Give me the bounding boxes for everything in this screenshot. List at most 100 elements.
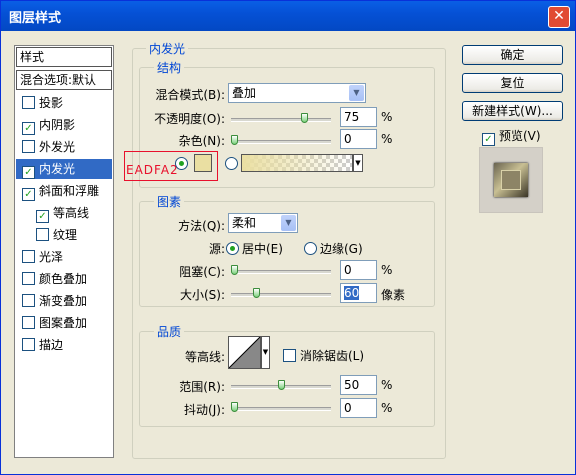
noise-slider[interactable]	[231, 135, 331, 145]
noise-slider-thumb[interactable]	[231, 135, 238, 145]
opacity-slider[interactable]	[231, 113, 331, 123]
styles-header[interactable]: 样式	[16, 47, 112, 67]
solid-color-radio-dot[interactable]	[175, 157, 188, 170]
blend-mode-select[interactable]: 叠加 ▼	[228, 83, 366, 103]
anti-alias-option[interactable]: 消除锯齿(L)	[283, 347, 364, 364]
style-item-checkbox[interactable]	[22, 140, 35, 153]
choke-slider[interactable]	[231, 265, 331, 275]
style-item[interactable]: ✓ 内发光	[16, 159, 112, 179]
style-item-checkbox[interactable]	[22, 338, 35, 351]
style-item-checkbox[interactable]: ✓	[22, 166, 35, 179]
size-slider[interactable]	[231, 288, 331, 298]
ok-button[interactable]: 确定	[462, 45, 563, 65]
style-item[interactable]: ✓ 斜面和浮雕	[16, 181, 112, 201]
title-bar[interactable]: 图层样式 ✕	[1, 1, 575, 31]
opacity-slider-thumb[interactable]	[301, 113, 308, 123]
style-item[interactable]: 光泽	[16, 247, 112, 267]
style-item-checkbox[interactable]	[22, 294, 35, 307]
elements-title: 图素	[154, 193, 185, 210]
styles-list: 样式 混合选项:默认 投影 ✓ 内阴影 外发光 ✓ 内发光 ✓ 斜面和浮雕 ✓ 等高线 纹理 光泽 颜色…	[14, 45, 114, 458]
source-edge-radio[interactable]	[304, 242, 317, 255]
style-item-checkbox[interactable]	[22, 250, 35, 263]
gradient-radio-dot[interactable]	[225, 157, 238, 170]
choke-slider-thumb[interactable]	[231, 265, 238, 275]
style-item[interactable]: ✓ 等高线	[16, 203, 112, 223]
preview-checkbox[interactable]: ✓	[482, 133, 495, 146]
solid-color-radio[interactable]	[175, 157, 191, 171]
contour-curve-icon	[228, 336, 261, 369]
size-unit: 像素	[381, 288, 406, 302]
style-item[interactable]: 颜色叠加	[16, 269, 112, 289]
style-item-label: 内阴影	[39, 118, 76, 132]
style-item-checkbox[interactable]	[22, 316, 35, 329]
choke-field[interactable]: 0	[340, 260, 377, 280]
technique-select[interactable]: 柔和 ▼	[228, 213, 298, 233]
style-item[interactable]: 描边	[16, 335, 112, 355]
source-edge-option[interactable]: 边缘(G)	[304, 240, 363, 257]
style-item-checkbox[interactable]: ✓	[36, 210, 49, 223]
style-item-checkbox[interactable]	[36, 228, 49, 241]
blend-mode-label: 混合模式(B):	[155, 88, 225, 102]
blend-options-item[interactable]: 混合选项:默认	[16, 70, 112, 90]
style-item-label: 渐变叠加	[39, 294, 88, 308]
opacity-field[interactable]: 75	[340, 107, 377, 127]
glow-color-swatch[interactable]	[194, 154, 212, 172]
gradient-dropdown-icon[interactable]: ▼	[353, 154, 363, 172]
noise-label: 杂色(N):	[178, 134, 225, 148]
range-slider[interactable]	[231, 380, 331, 390]
anti-alias-checkbox[interactable]	[283, 349, 296, 362]
style-item-checkbox[interactable]: ✓	[22, 188, 35, 201]
inner-glow-title: 内发光	[146, 40, 189, 57]
technique-value: 柔和	[232, 216, 257, 230]
noise-field[interactable]: 0	[340, 129, 377, 149]
style-item-label: 光泽	[39, 250, 64, 264]
style-item-label: 斜面和浮雕	[39, 184, 100, 198]
style-item-checkbox[interactable]	[22, 96, 35, 109]
source-center-radio[interactable]	[226, 242, 239, 255]
quality-title: 品质	[154, 323, 185, 340]
close-icon[interactable]: ✕	[548, 6, 570, 28]
chevron-down-icon[interactable]: ▼	[281, 215, 296, 231]
source-edge-label: 边缘(G)	[320, 242, 363, 256]
jitter-slider-thumb[interactable]	[231, 402, 238, 412]
style-item[interactable]: 投影	[16, 93, 112, 113]
jitter-slider[interactable]	[231, 402, 331, 412]
style-item-label: 外发光	[39, 140, 76, 154]
size-slider-thumb[interactable]	[253, 288, 260, 298]
contour-dropdown-icon[interactable]: ▼	[261, 336, 270, 369]
opacity-unit: %	[381, 110, 393, 124]
range-slider-thumb[interactable]	[278, 380, 285, 390]
style-item[interactable]: 纹理	[16, 225, 112, 245]
technique-label: 方法(Q):	[178, 219, 225, 233]
preview-label: 预览(V)	[499, 129, 541, 143]
chevron-down-icon[interactable]: ▼	[349, 85, 364, 101]
new-style-button[interactable]: 新建样式(W)...	[462, 101, 563, 121]
style-item-label: 等高线	[53, 206, 90, 220]
contour-label: 等高线:	[184, 350, 225, 364]
source-center-option[interactable]: 居中(E)	[226, 240, 283, 257]
style-item-checkbox[interactable]	[22, 272, 35, 285]
jitter-label: 抖动(J):	[184, 403, 225, 417]
size-label: 大小(S):	[179, 288, 225, 302]
blend-mode-value: 叠加	[232, 86, 257, 100]
jitter-field[interactable]: 0	[340, 398, 377, 418]
reset-button[interactable]: 复位	[462, 73, 563, 93]
contour-preview[interactable]	[228, 336, 261, 369]
noise-unit: %	[381, 132, 393, 146]
range-field[interactable]: 50	[340, 375, 377, 395]
range-label: 范围(R):	[179, 380, 225, 394]
style-item[interactable]: 外发光	[16, 137, 112, 157]
layer-style-dialog: 图层样式 ✕ 样式 混合选项:默认 投影 ✓ 内阴影 外发光 ✓ 内发光 ✓ 斜面和浮雕 ✓ 等高…	[0, 0, 576, 475]
style-item[interactable]: 渐变叠加	[16, 291, 112, 311]
style-item-checkbox[interactable]: ✓	[22, 122, 35, 135]
gradient-preview[interactable]	[241, 154, 353, 172]
size-field[interactable]: 60	[340, 283, 377, 303]
style-item[interactable]: ✓ 内阴影	[16, 115, 112, 135]
style-item-label: 纹理	[53, 228, 78, 242]
color-hex-annotation: EADFA2	[126, 163, 179, 177]
style-preview-thumbnail	[479, 147, 543, 213]
style-item[interactable]: 图案叠加	[16, 313, 112, 333]
style-item-label: 投影	[39, 96, 64, 110]
preview-option[interactable]: ✓ 预览(V)	[482, 127, 541, 146]
gradient-radio[interactable]	[225, 157, 241, 171]
